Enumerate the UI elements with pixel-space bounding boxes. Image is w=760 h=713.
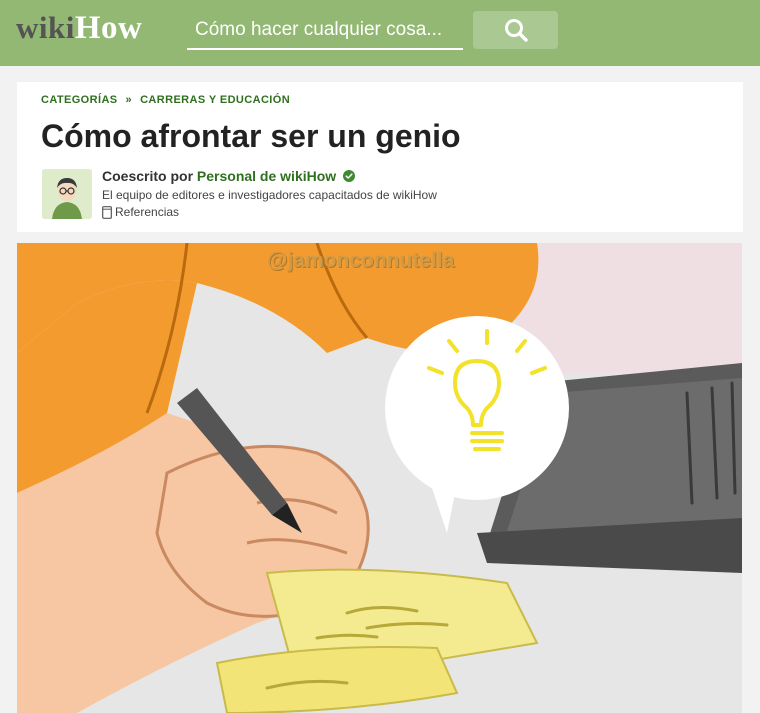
verified-badge-icon <box>343 170 356 182</box>
page-title: Cómo afrontar ser un genio <box>41 118 461 154</box>
search-button[interactable] <box>473 11 558 49</box>
byline: Coescrito por Personal de wikiHow <box>102 168 356 184</box>
breadcrumb-categories[interactable]: CATEGORÍAS <box>41 94 118 106</box>
wikihow-logo[interactable]: wiki How <box>16 10 142 50</box>
author-team-description: El equipo de editores e investigadores c… <box>102 188 437 202</box>
writing-genius-illustration <box>17 243 742 713</box>
avatar[interactable] <box>42 169 92 219</box>
avatar-illustration <box>42 169 92 219</box>
logo-wiki-text: wiki <box>16 10 75 45</box>
breadcrumb: CATEGORÍAS » CARRERAS Y EDUCACIÓN <box>41 94 290 106</box>
byline-prefix: Coescrito por <box>102 168 194 184</box>
site-header: wiki How <box>0 0 760 66</box>
search-icon <box>504 19 528 42</box>
article-illustration: @jamonconnutella <box>17 243 742 713</box>
author-link[interactable]: Personal de wikiHow <box>197 168 336 184</box>
references-link[interactable]: Referencias <box>102 205 179 219</box>
watermark-text: @jamonconnutella <box>267 249 455 272</box>
breadcrumb-careers-education[interactable]: CARRERAS Y EDUCACIÓN <box>140 94 290 106</box>
search-field-container <box>187 12 471 50</box>
logo-how-text: How <box>74 10 143 46</box>
breadcrumb-separator: » <box>125 94 133 106</box>
references-label: Referencias <box>115 205 180 219</box>
document-icon <box>102 205 112 219</box>
article-header-card: CATEGORÍAS » CARRERAS Y EDUCACIÓN Cómo afr… <box>17 82 743 232</box>
search-input[interactable] <box>187 12 471 48</box>
